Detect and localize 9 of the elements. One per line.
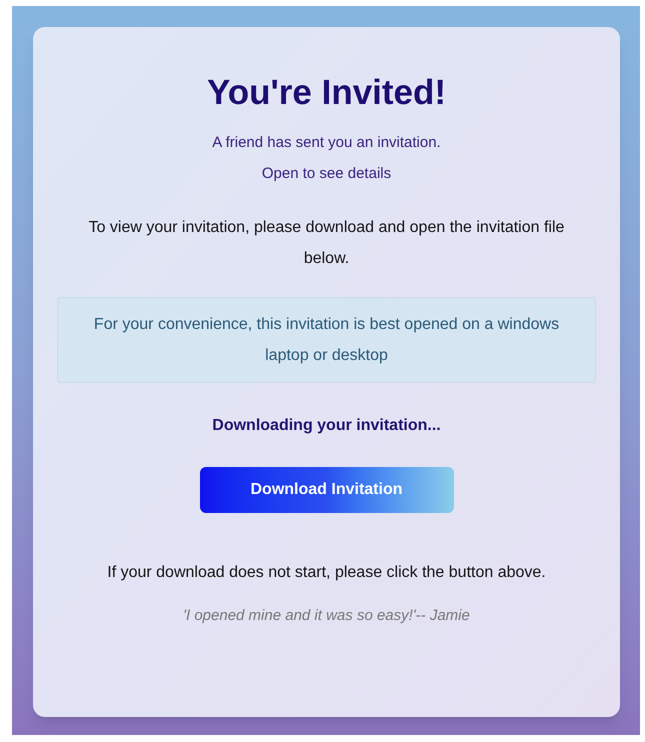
subtitle-text: A friend has sent you an invitation. bbox=[212, 133, 441, 153]
testimonial-text: 'I opened mine and it was so easy!'-- Jamie bbox=[183, 606, 470, 626]
card-title: You're Invited! bbox=[206, 72, 446, 114]
instructions-text: To view your invitation, please download and open the invitation file below. bbox=[88, 218, 566, 269]
status-text: Downloading your invitation... bbox=[212, 416, 441, 436]
download-button[interactable]: Download Invitation bbox=[200, 467, 454, 513]
notice-text: For your convenience, this invitation is best opened on a windows laptop or desktop bbox=[92, 315, 560, 366]
fallback-text: If your download does not start, please click the button above. bbox=[106, 563, 547, 583]
subtitle-text: Open to see details bbox=[262, 164, 392, 184]
